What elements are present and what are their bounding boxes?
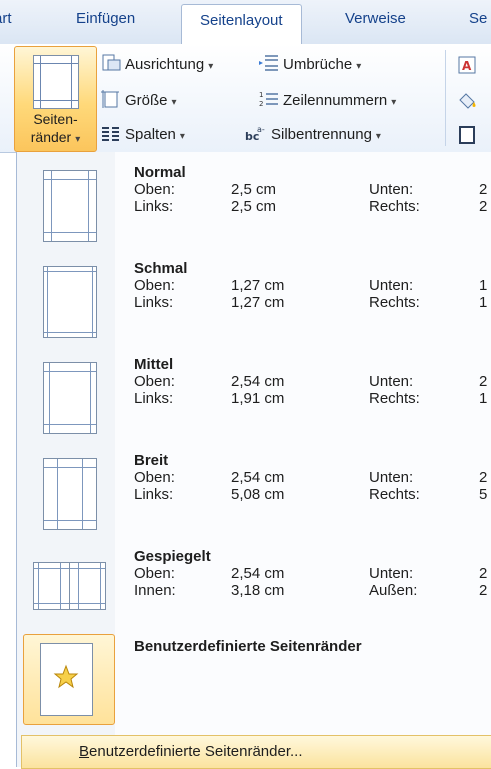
star-icon: [53, 664, 79, 689]
page-margins-icon: [43, 362, 97, 434]
margins-label-line1: Seiten-: [33, 111, 78, 127]
margins-button[interactable]: Seiten- ränder ▾: [14, 46, 97, 152]
orientation-icon: [102, 54, 121, 71]
hyphenation-icon: bca-: [245, 125, 265, 142]
breaks-button[interactable]: Umbrüche ▾: [259, 54, 361, 76]
page-margins-icon: [40, 643, 93, 716]
chevron-down-icon: ▾: [208, 61, 214, 72]
ribbon-separator: [445, 50, 446, 146]
margins-label-line2: ränder: [30, 129, 72, 145]
svg-text:2: 2: [259, 100, 263, 108]
watermark-icon: A: [458, 56, 476, 74]
page-margins-icon: [33, 562, 70, 610]
page-size-icon: [101, 90, 119, 108]
custom-margins-title: Benutzerdefinierte Seitenränder: [134, 638, 362, 655]
option-name: Mittel: [134, 356, 174, 373]
margins-icon: [33, 55, 79, 109]
line-numbers-icon: 12: [259, 91, 278, 108]
margins-dropdown-menu: Normal Oben: 2,5 cm Unten: 2 Links: 2,5 …: [16, 152, 491, 769]
svg-text:1: 1: [259, 91, 263, 99]
page-margins-icon: [43, 170, 97, 242]
margin-option-wide[interactable]: Breit Oben: 2,54 cm Unten: 2 Links: 5,08…: [17, 452, 491, 534]
menu-item-label: enutzerdefinierte Seitenränder...: [89, 743, 303, 760]
tab-references[interactable]: Verweise: [345, 10, 406, 27]
tab-page-layout[interactable]: Seitenlayout: [181, 4, 302, 44]
line-numbers-button[interactable]: 1 2 Zeilennummern ▾: [259, 90, 396, 112]
ribbon-page-setup-group: Seiten- ränder ▾ Ausrichtung ▾ Größe ▾ Spal…: [0, 44, 491, 153]
access-key: B: [79, 743, 90, 760]
chevron-down-icon: ▾: [375, 131, 381, 142]
svg-text:A: A: [462, 59, 472, 73]
columns-icon: [102, 127, 119, 141]
hyphenation-button[interactable]: bc a- Silbentrennung ▾: [245, 124, 381, 146]
ribbon-tab-bar: art Einfügen Seitenlayout Verweise Se: [0, 0, 491, 45]
chevron-down-icon: ▾: [391, 97, 397, 108]
size-button[interactable]: Größe ▾: [101, 90, 177, 112]
margin-option-narrow[interactable]: Schmal Oben: 1,27 cm Unten: 1 Links: 1,2…: [17, 260, 491, 342]
margin-option-normal[interactable]: Normal Oben: 2,5 cm Unten: 2 Links: 2,5 …: [17, 164, 491, 246]
custom-margins-menu-item[interactable]: Benutzerdefinierte Seitenränder...: [21, 735, 491, 769]
custom-margins-option[interactable]: [23, 634, 115, 725]
margin-option-moderate[interactable]: Mittel Oben: 2,54 cm Unten: 2 Links: 1,9…: [17, 356, 491, 438]
page-margins-icon: [43, 266, 97, 338]
chevron-down-icon: ▾: [179, 131, 185, 142]
chevron-down-icon: ▾: [171, 97, 177, 108]
option-name: Schmal: [134, 260, 188, 277]
page-margins-icon: [43, 458, 97, 530]
tab-insert[interactable]: Einfügen: [76, 10, 135, 27]
page-margins-icon: [69, 562, 106, 610]
page-color-icon: [459, 93, 476, 109]
tab-mailings[interactable]: Se: [469, 10, 487, 27]
svg-text:a-: a-: [257, 125, 265, 134]
page-borders-icon: [459, 126, 475, 144]
columns-button[interactable]: Spalten ▾: [101, 124, 185, 146]
option-name: Gespiegelt: [134, 548, 211, 565]
option-name: Normal: [134, 164, 186, 181]
orientation-button[interactable]: Ausrichtung ▾: [101, 54, 213, 76]
breaks-icon: [259, 55, 278, 71]
chevron-down-icon: ▾: [356, 61, 362, 72]
chevron-down-icon: ▾: [75, 134, 81, 145]
tab-start[interactable]: art: [0, 10, 12, 27]
margin-option-mirrored[interactable]: Gespiegelt Oben: 2,54 cm Unten: 2 Innen:…: [17, 548, 491, 630]
option-name: Breit: [134, 452, 169, 469]
